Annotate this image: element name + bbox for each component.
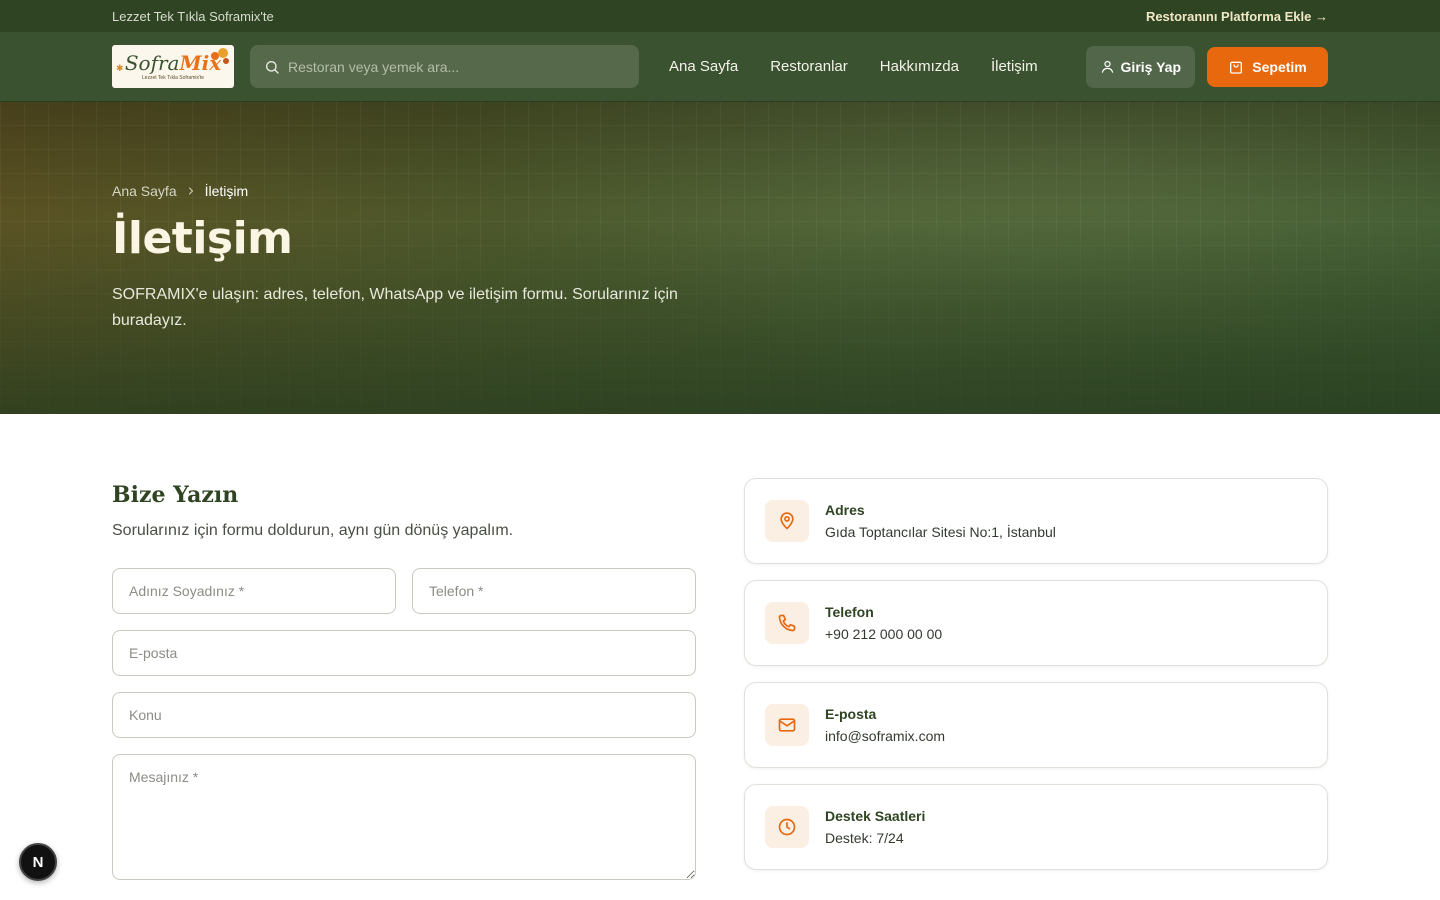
contact-card-phone[interactable]: Telefon +90 212 000 00 00	[744, 580, 1328, 666]
email-title: E-posta	[825, 706, 877, 722]
nav-contact[interactable]: İletişim	[991, 58, 1038, 75]
page-title: İletişim	[112, 213, 293, 264]
nav-about[interactable]: Hakkımızda	[880, 58, 959, 75]
shopping-bag-icon	[1230, 61, 1243, 74]
search-icon	[266, 60, 279, 74]
breadcrumb-home[interactable]: Ana Sayfa	[112, 183, 177, 199]
contact-card-email[interactable]: E-posta info@soframix.com	[744, 682, 1328, 768]
nav-home[interactable]: Ana Sayfa	[669, 58, 738, 75]
email-icon-box	[765, 704, 809, 746]
logo-flower-icon	[218, 48, 228, 58]
add-restaurant-link[interactable]: Restoranını Platforma Ekle →	[1146, 9, 1328, 24]
logo-slogan: Lezzet Tek Tıkla Soframix'te	[141, 74, 205, 81]
page-description: SOFRAMIX'e ulaşın: adres, telefon, Whats…	[112, 286, 678, 329]
message-field[interactable]	[112, 754, 696, 880]
hours-icon-box	[765, 806, 809, 848]
hours-title: Destek Saatleri	[825, 808, 926, 824]
phone-title: Telefon	[825, 604, 874, 620]
address-value: Gıda Toptancılar Sitesi No:1, İstanbul	[825, 524, 1056, 540]
logo-wordmark: SofraMix	[124, 50, 222, 75]
contact-content: Bize Yazın Sorularınız için formu doldur…	[0, 414, 1440, 880]
address-icon-box	[765, 500, 809, 542]
chevron-right-icon	[188, 187, 193, 195]
phone-icon	[778, 614, 796, 632]
phone-value: +90 212 000 00 00	[825, 626, 943, 642]
dev-tools-badge[interactable]: N	[19, 843, 57, 881]
map-pin-icon	[780, 512, 794, 530]
phone-icon-box	[765, 602, 809, 644]
mail-icon	[778, 718, 796, 732]
contact-form: Bize Yazın Sorularınız için formu doldur…	[112, 478, 696, 880]
nav-restaurants[interactable]: Restoranlar	[770, 58, 848, 75]
phone-field[interactable]	[412, 568, 696, 614]
login-button[interactable]: Giriş Yap	[1085, 45, 1195, 88]
email-field[interactable]	[112, 630, 696, 676]
page-hero: Ana Sayfa İletişim İletişim SOFRAMIX'e u…	[0, 102, 1440, 414]
main-nav: Ana Sayfa Restoranlar Hakkımızda İletişi…	[669, 58, 1038, 75]
contact-card-hours: Destek Saatleri Destek: 7/24	[744, 784, 1328, 870]
search-bar[interactable]	[250, 45, 639, 88]
subject-field[interactable]	[112, 692, 696, 738]
clock-icon	[778, 818, 796, 836]
soframix-logo[interactable]: ✱ SofraMix Lezzet Tek Tıkla Soframix'te	[112, 45, 234, 88]
top-announcement-bar: Lezzet Tek Tıkla Soframix'te Restoranını…	[0, 0, 1440, 32]
breadcrumb-current: İletişim	[204, 183, 249, 199]
name-field[interactable]	[112, 568, 396, 614]
logo-star-icon: ✱	[116, 63, 124, 73]
address-title: Adres	[825, 502, 865, 518]
form-title: Bize Yazın	[112, 482, 239, 508]
contact-info-list: Adres Gıda Toptancılar Sitesi No:1, İsta…	[744, 478, 1328, 880]
form-subtitle: Sorularınız için formu doldurun, aynı gü…	[112, 522, 514, 539]
login-label: Giriş Yap	[1120, 58, 1181, 75]
email-value: info@soframix.com	[825, 728, 946, 744]
tagline: Lezzet Tek Tıkla Soframix'te	[112, 8, 274, 24]
cart-label: Sepetim	[1252, 58, 1307, 75]
search-input[interactable]	[288, 58, 625, 75]
breadcrumb: Ana Sayfa İletişim	[112, 183, 1328, 199]
user-icon	[1101, 60, 1113, 73]
contact-card-address: Adres Gıda Toptancılar Sitesi No:1, İsta…	[744, 478, 1328, 564]
hours-value: Destek: 7/24	[825, 830, 904, 846]
cart-button[interactable]: Sepetim	[1207, 46, 1328, 87]
main-header: ✱ SofraMix Lezzet Tek Tıkla Soframix'te …	[0, 32, 1440, 102]
